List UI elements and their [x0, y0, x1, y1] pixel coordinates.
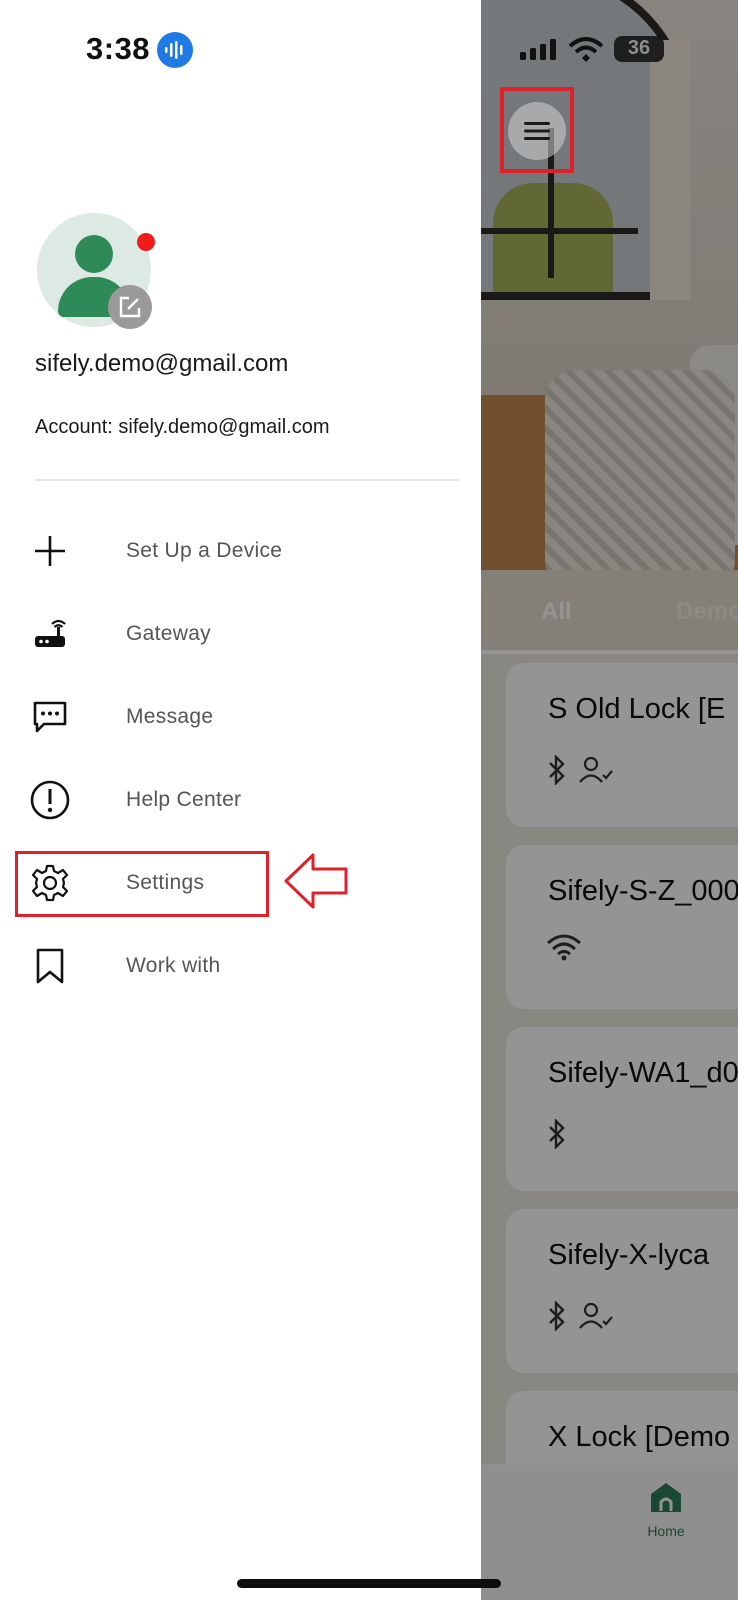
cellular-signal-icon: [520, 39, 556, 60]
account-line: Account: sifely.demo@gmail.com: [35, 416, 330, 438]
menu-item-label: Gateway: [126, 622, 211, 645]
edit-profile-button[interactable]: [108, 285, 152, 329]
settings-highlight-box: [15, 851, 269, 917]
menu-item-work-with[interactable]: Work with: [20, 931, 440, 1001]
plus-icon: [20, 521, 80, 581]
user-email: sifely.demo@gmail.com: [35, 350, 289, 377]
wifi-status-icon: [568, 37, 604, 62]
side-drawer: 3:38 sifely.demo@gmail.com Account: sife…: [0, 0, 481, 1600]
menu-item-help-center[interactable]: Help Center: [20, 765, 440, 835]
battery-icon: 36: [614, 36, 664, 62]
pointer-arrow-icon: [284, 853, 348, 909]
status-time: 3:38: [86, 31, 151, 66]
bookmark-icon: [20, 936, 80, 996]
menu-item-label: Work with: [126, 954, 221, 977]
status-bar-indicators: 36: [520, 36, 664, 62]
menu-item-label: Message: [126, 705, 214, 728]
menu-button-highlight-box: [500, 87, 574, 173]
menu-item-gateway[interactable]: Gateway: [20, 599, 440, 669]
battery-level: 36: [627, 37, 651, 59]
help-exclamation-icon: [20, 770, 80, 830]
notification-dot: [137, 233, 155, 251]
menu-item-label: Help Center: [126, 788, 242, 811]
gateway-router-icon: [20, 604, 80, 664]
menu-item-label: Set Up a Device: [126, 539, 283, 562]
divider: [35, 479, 459, 481]
voice-recording-icon: [157, 32, 193, 68]
home-indicator: [237, 1579, 501, 1588]
menu-item-message[interactable]: Message: [20, 682, 440, 752]
message-icon: [20, 687, 80, 747]
edit-icon: [119, 296, 141, 318]
menu-item-set-up-device[interactable]: Set Up a Device: [20, 516, 440, 586]
